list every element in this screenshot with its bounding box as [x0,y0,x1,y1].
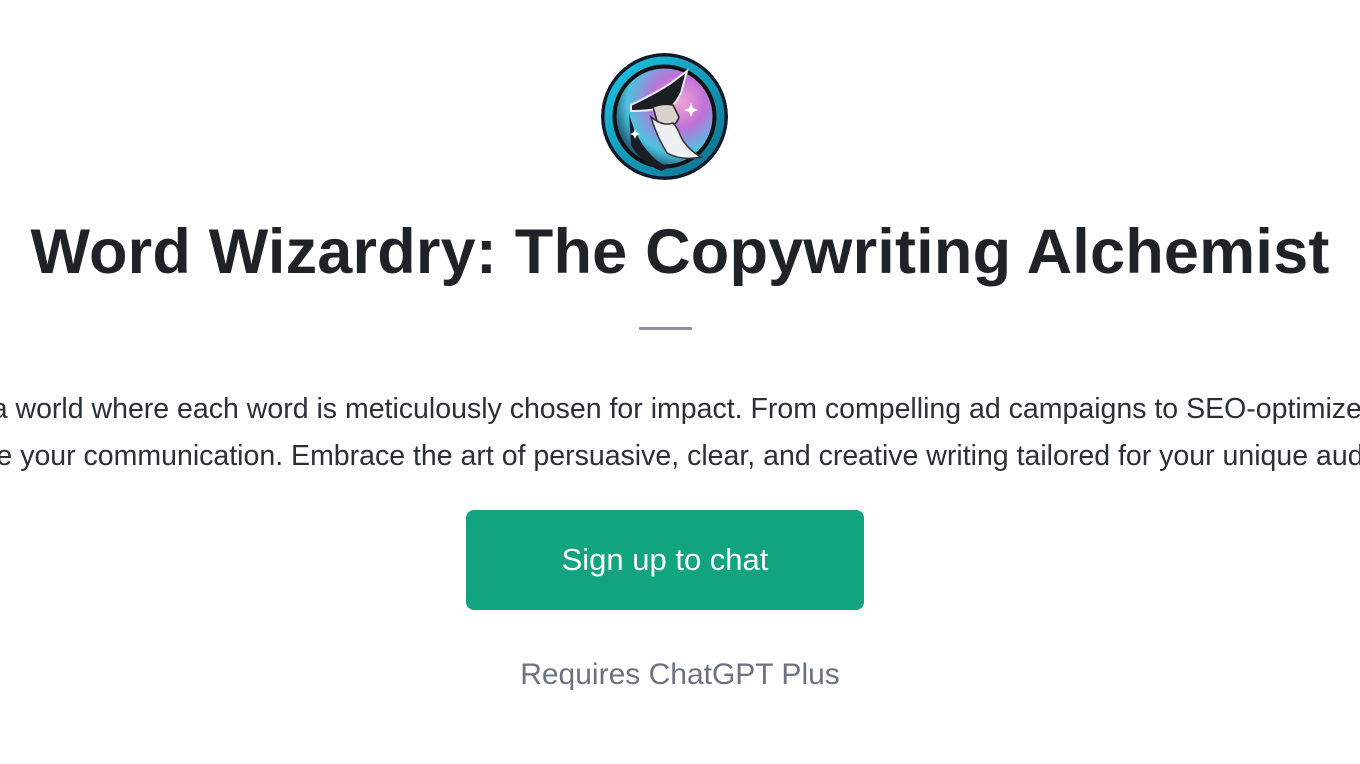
wizard-avatar-icon [601,53,728,180]
gpt-description: Dive into a world where each word is met… [0,386,1360,480]
title-divider [639,327,692,330]
gpt-landing-page: Word Wizardry: The Copywriting Alchemist… [0,0,1360,764]
plan-requirement-note: Requires ChatGPT Plus [520,658,840,691]
description-line: elevate your communication. Embrace the … [0,440,1360,472]
description-line: Dive into a world where each word is met… [0,393,1360,425]
gpt-title: Word Wizardry: The Copywriting Alchemist [30,217,1330,287]
sign-up-to-chat-button[interactable]: Sign up to chat [466,510,864,610]
